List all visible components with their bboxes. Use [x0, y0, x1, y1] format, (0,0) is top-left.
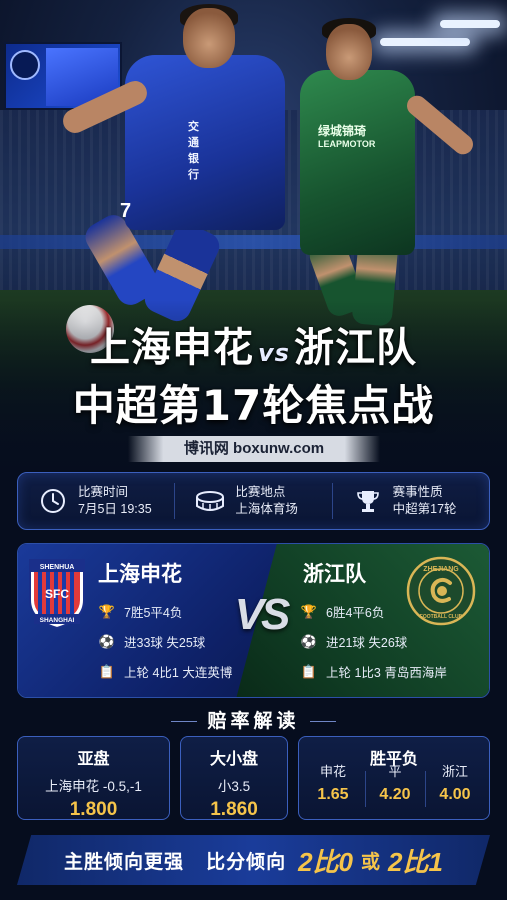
stadium-icon: [195, 486, 225, 516]
prediction-lean: 主胜倾向更强: [64, 851, 185, 873]
home-last-match: 📋 上轮 4比1 大连英博: [98, 663, 233, 681]
vs-emblem: VS: [234, 590, 291, 639]
score-prediction-1: 2比0: [298, 846, 353, 877]
wdl-home: 申花 1.65: [317, 764, 349, 803]
svg-text:FOOTBALL CLUB: FOOTBALL CLUB: [420, 614, 463, 620]
clipboard-icon: 📋: [98, 663, 116, 679]
over-under-label: 大小盘: [209, 751, 258, 768]
green-shirt-sponsor: 绿城锦琦 LEAPMOTOR: [318, 124, 376, 150]
blue-shirt-number: 7: [120, 200, 132, 222]
home-goals: ⚽ 进33球 失25球: [98, 633, 206, 651]
home-team-title: 上海申花: [90, 325, 255, 371]
clipboard-icon: 📋: [300, 663, 318, 679]
away-goals: ⚽ 进21球 失26球: [300, 633, 408, 651]
wdl-away: 浙江 4.00: [439, 764, 471, 803]
floodlight: [440, 20, 500, 28]
win-draw-lose-box: 胜平负 申花 1.65 平 4.20 浙江 4.00: [298, 736, 490, 820]
match-subtitle: 中超第17轮焦点战: [72, 381, 435, 430]
football-icon: ⚽: [300, 633, 318, 649]
home-record: 🏆 7胜5平4负: [98, 603, 183, 621]
score-prediction-label: 比分倾向: [206, 851, 287, 873]
away-team-title: 浙江队: [293, 325, 417, 371]
blue-shirt-sponsor: 交通银行: [188, 121, 199, 181]
asian-handicap-line: 上海申花 -0.5,-1: [45, 779, 142, 794]
info-venue: 比赛地点 上海体育场: [174, 483, 331, 519]
asian-handicap-box: 亚盘 上海申花 -0.5,-1 1.800: [17, 736, 170, 820]
score-prediction-or: 或: [361, 851, 381, 873]
clock-icon: [38, 486, 68, 516]
zhejiang-badge-icon: ZHEJIANG FOOTBALL CLUB: [406, 556, 476, 626]
svg-text:SHENHUA: SHENHUA: [40, 564, 75, 571]
vs-label: vs: [258, 339, 290, 367]
wdl-draw: 平 4.20: [379, 764, 411, 803]
floodlight: [380, 38, 470, 46]
svg-text:SFC: SFC: [45, 587, 69, 601]
home-team-name: 上海申花: [98, 563, 182, 586]
prediction-banner: 主胜倾向更强 比分倾向 2比0 或 2比1: [17, 835, 490, 885]
info-competition: 赛事性质 中超第17轮: [331, 483, 489, 519]
teams-panel: SHENHUA SFC SHANGHAI 上海申花 🏆 7胜5平4负 ⚽ 进33球 …: [17, 543, 490, 698]
match-title: 上海申花 vs 浙江队: [0, 315, 507, 373]
trophy-icon: [353, 486, 383, 516]
match-info-bar: 比赛时间 7月5日 19:35 比赛地点 上海体育场 赛事性质 中超第17轮: [17, 472, 490, 530]
advertising-board: [0, 235, 507, 249]
over-under-value: 1.860: [210, 799, 258, 820]
shenhua-badge-icon: SHENHUA SFC SHANGHAI: [29, 559, 85, 630]
info-time: 比赛时间 7月5日 19:35: [18, 483, 174, 519]
asian-handicap-value: 1.800: [69, 799, 118, 820]
over-under-box: 大小盘 小3.5 1.860: [180, 736, 288, 820]
trophy-icon: 🏆: [300, 603, 318, 619]
svg-text:ZHEJIANG: ZHEJIANG: [423, 566, 459, 573]
trophy-icon: 🏆: [98, 603, 116, 619]
away-record: 🏆 6胜4平6负: [300, 603, 385, 621]
score-prediction-2: 2比1: [388, 846, 443, 877]
football-icon: ⚽: [98, 633, 116, 649]
odds-section-title: 赔率解读: [0, 706, 507, 733]
away-last-match: 📋 上轮 1比3 青岛西海岸: [300, 663, 447, 681]
asian-handicap-label: 亚盘: [77, 751, 110, 768]
away-team-name: 浙江队: [303, 563, 366, 586]
site-watermark: 博讯网 boxunw.com: [128, 436, 380, 462]
svg-text:SHANGHAI: SHANGHAI: [40, 617, 75, 624]
over-under-line: 小3.5: [217, 779, 251, 794]
scoreboard-clock: [10, 50, 40, 80]
